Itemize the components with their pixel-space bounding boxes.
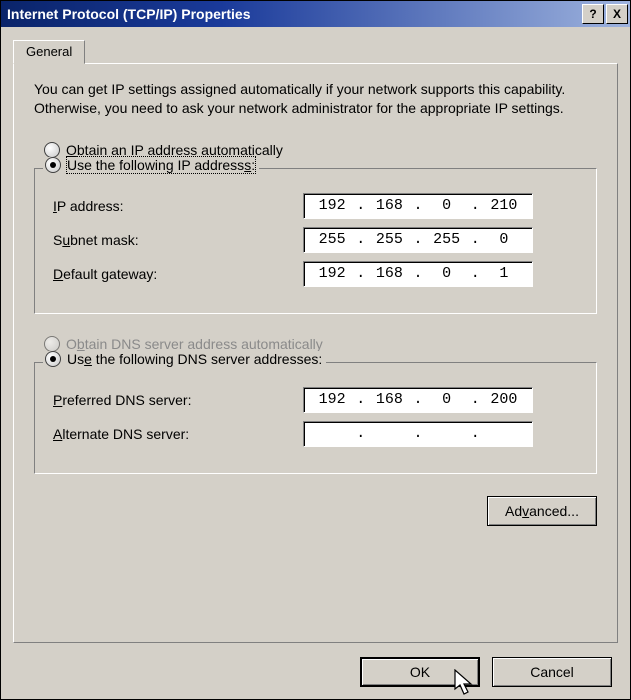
ip-octet-4[interactable]: 210 — [482, 197, 526, 214]
pdns-octet-4[interactable]: 200 — [482, 391, 526, 408]
tcpip-properties-window: Internet Protocol (TCP/IP) Properties ? … — [0, 0, 631, 700]
subnet-octet-3[interactable]: 255 — [425, 231, 469, 248]
label-default-gateway: Default gateway: — [53, 266, 303, 282]
ok-button[interactable]: OK — [360, 657, 480, 687]
gw-octet-4[interactable]: 1 — [482, 265, 526, 282]
label-ip-address: IP address: — [53, 198, 303, 214]
gw-octet-1[interactable]: 192 — [310, 265, 354, 282]
subnet-octet-1[interactable]: 255 — [310, 231, 354, 248]
subnet-octet-4[interactable]: 0 — [482, 231, 526, 248]
radio-use-dns-label: Use the following DNS server addresses: — [67, 351, 322, 367]
radio-use-ip[interactable]: Use the following IP addresss: — [43, 157, 259, 173]
window-title: Internet Protocol (TCP/IP) Properties — [7, 6, 582, 22]
help-icon: ? — [589, 8, 596, 20]
pdns-octet-1[interactable]: 192 — [310, 391, 354, 408]
close-icon: X — [613, 8, 621, 20]
radio-icon — [44, 336, 60, 352]
ip-octet-3[interactable]: 0 — [425, 197, 469, 214]
close-button[interactable]: X — [606, 4, 628, 24]
row-alternate-dns: Alternate DNS server: . . . — [53, 421, 578, 447]
alternate-dns-field[interactable]: . . . — [303, 421, 533, 447]
row-ip-address: IP address: 192. 168. 0. 210 — [53, 193, 578, 219]
pdns-octet-3[interactable]: 0 — [425, 391, 469, 408]
radio-use-dns[interactable]: Use the following DNS server addresses: — [43, 351, 326, 367]
preferred-dns-field[interactable]: 192. 168. 0. 200 — [303, 387, 533, 413]
tab-general-label: General — [26, 44, 72, 59]
label-subnet-mask: Subnet mask: — [53, 232, 303, 248]
ip-address-field[interactable]: 192. 168. 0. 210 — [303, 193, 533, 219]
default-gateway-field[interactable]: 192. 168. 0. 1 — [303, 261, 533, 287]
cancel-button[interactable]: Cancel — [492, 657, 612, 687]
radio-icon — [44, 142, 60, 158]
label-preferred-dns: Preferred DNS server: — [53, 392, 303, 408]
advanced-button-label: Advanced... — [505, 503, 579, 519]
row-default-gateway: Default gateway: 192. 168. 0. 1 — [53, 261, 578, 287]
advanced-button[interactable]: Advanced... — [487, 496, 597, 526]
ip-octet-2[interactable]: 168 — [367, 197, 411, 214]
row-subnet-mask: Subnet mask: 255. 255. 255. 0 — [53, 227, 578, 253]
dialog-actions: OK Cancel — [13, 643, 618, 687]
radio-icon — [45, 351, 61, 367]
radio-obtain-dns-auto-label: Obtain DNS server address automatically — [66, 336, 323, 352]
gw-octet-2[interactable]: 168 — [367, 265, 411, 282]
tab-general[interactable]: General — [13, 40, 85, 64]
intro-text: You can get IP settings assigned automat… — [34, 80, 597, 118]
gw-octet-3[interactable]: 0 — [425, 265, 469, 282]
tab-panel-general: You can get IP settings assigned automat… — [13, 63, 618, 643]
ip-octet-1[interactable]: 192 — [310, 197, 354, 214]
radio-obtain-ip-auto[interactable]: Obtain an IP address automatically — [44, 142, 597, 158]
radio-icon — [45, 157, 61, 173]
groupbox-use-ip: Use the following IP addresss: IP addres… — [34, 168, 597, 314]
subnet-octet-2[interactable]: 255 — [367, 231, 411, 248]
radio-use-ip-label: Use the following IP addresss: — [67, 157, 255, 173]
pdns-octet-2[interactable]: 168 — [367, 391, 411, 408]
title-buttons: ? X — [582, 4, 628, 24]
tab-strip: General — [13, 37, 618, 63]
client-area: General You can get IP settings assigned… — [1, 27, 630, 699]
groupbox-use-dns: Use the following DNS server addresses: … — [34, 362, 597, 474]
subnet-mask-field[interactable]: 255. 255. 255. 0 — [303, 227, 533, 253]
advanced-button-row: Advanced... — [34, 496, 597, 526]
radio-obtain-dns-auto: Obtain DNS server address automatically — [44, 336, 597, 352]
cancel-button-label: Cancel — [530, 664, 574, 680]
help-button[interactable]: ? — [582, 4, 604, 24]
radio-obtain-ip-auto-label: Obtain an IP address automatically — [66, 142, 283, 158]
label-alternate-dns: Alternate DNS server: — [53, 426, 303, 442]
title-bar[interactable]: Internet Protocol (TCP/IP) Properties ? … — [1, 1, 630, 27]
ok-button-label: OK — [410, 664, 430, 680]
row-preferred-dns: Preferred DNS server: 192. 168. 0. 200 — [53, 387, 578, 413]
